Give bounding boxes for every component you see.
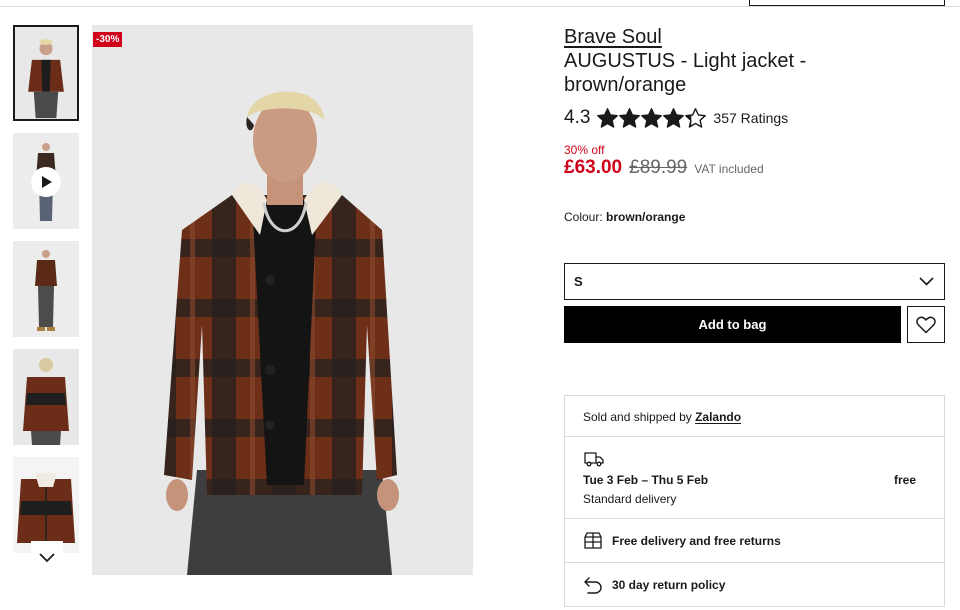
thumbnail-scroll-down-button[interactable]	[31, 541, 63, 575]
rating-count[interactable]: 357 Ratings	[713, 110, 788, 126]
return-policy-row: 30 day return policy	[565, 563, 944, 607]
thumbnail-back[interactable]	[13, 349, 79, 445]
package-icon	[584, 532, 602, 549]
colour-row: Colour: brown/orange	[564, 210, 685, 224]
star-icon	[641, 107, 663, 128]
shipping-info-box: Sold and shipped by Zalando Tue 3 Feb – …	[564, 395, 945, 607]
chevron-down-icon	[919, 277, 934, 286]
thumbnail-front[interactable]	[13, 25, 79, 121]
current-price: £63.00	[564, 157, 623, 178]
colour-value: brown/orange	[606, 210, 686, 224]
thumbnail-full-front[interactable]	[13, 241, 79, 337]
original-price: £89.99	[629, 157, 688, 178]
thumbnail-video[interactable]	[13, 133, 79, 229]
heart-icon	[916, 316, 936, 333]
sold-by-row: Sold and shipped by Zalando	[565, 396, 944, 437]
sold-by-text: Sold and shipped by	[583, 410, 692, 424]
play-icon	[42, 176, 52, 188]
delivery-row: Tue 3 Feb – Thu 5 Feb Standard delivery …	[565, 437, 944, 519]
star-icon	[663, 107, 685, 128]
thumbnail-flat-lay[interactable]	[13, 457, 79, 553]
play-video-button[interactable]	[31, 167, 61, 197]
product-title: AUGUSTUS - Light jacket - brown/orange	[564, 50, 807, 96]
seller-link[interactable]: Zalando	[695, 410, 741, 424]
star-icon	[597, 107, 619, 128]
header-search-box[interactable]	[749, 0, 945, 6]
vat-note: VAT included	[694, 162, 764, 176]
brand-link[interactable]: Brave Soul	[564, 26, 662, 49]
thumbnail-image	[13, 349, 79, 445]
thumbnail-image	[13, 241, 79, 337]
return-arrow-icon	[584, 576, 602, 594]
delivery-type: Standard delivery	[583, 492, 677, 506]
truck-icon	[584, 452, 604, 467]
thumbnail-image	[15, 27, 77, 119]
return-policy-text: 30 day return policy	[612, 578, 726, 592]
discount-badge: -30%	[93, 32, 123, 47]
star-icon	[685, 107, 707, 128]
size-select[interactable]: S	[564, 263, 945, 300]
discount-text: 30% off	[564, 143, 605, 157]
free-returns-text: Free delivery and free returns	[612, 533, 781, 548]
rating-row[interactable]: 4.3 357 Ratings	[564, 107, 788, 129]
thumbnail-strip	[13, 25, 80, 585]
thumbnail-image	[13, 457, 79, 553]
colour-label: Colour:	[564, 210, 603, 224]
price-row: £63.00 £89.99 VAT included	[564, 157, 764, 179]
delivery-price: free	[893, 473, 916, 487]
rating-value: 4.3	[564, 107, 591, 128]
header-divider	[0, 6, 960, 7]
chevron-down-icon	[39, 553, 55, 563]
main-product-image[interactable]	[92, 25, 473, 575]
add-to-bag-button[interactable]: Add to bag	[564, 306, 901, 343]
star-icon	[619, 107, 641, 128]
product-photo	[92, 25, 473, 575]
wishlist-button[interactable]	[907, 306, 945, 343]
free-returns-row: Free delivery and free returns	[565, 519, 944, 563]
rating-stars	[597, 107, 707, 129]
delivery-dates: Tue 3 Feb – Thu 5 Feb	[583, 473, 709, 487]
size-selected-value: S	[574, 274, 583, 289]
